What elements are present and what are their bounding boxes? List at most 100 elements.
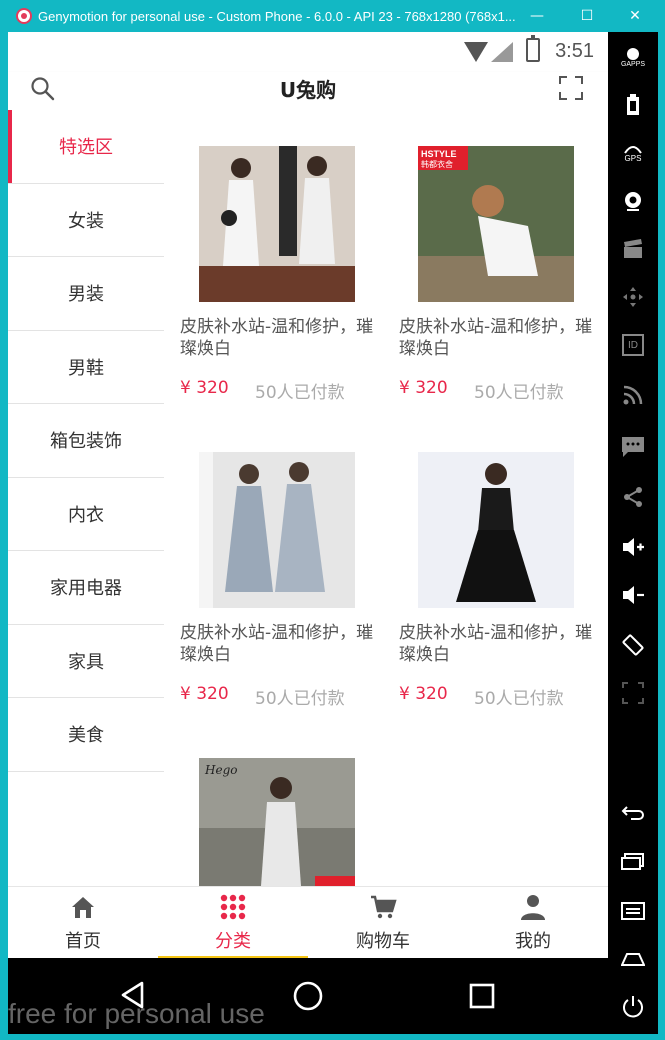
pixel-perfect-icon — [622, 682, 644, 704]
home-tool-button[interactable] — [620, 946, 646, 972]
pixel-perfect-button[interactable] — [620, 680, 646, 706]
maximize-button[interactable]: ☐ — [564, 0, 610, 32]
product-name: 皮肤补水站-温和修护，璀璨焕白 — [180, 623, 374, 665]
window-title: Genymotion for personal use - Custom Pho… — [38, 8, 516, 24]
id-label: ID — [628, 339, 638, 351]
product-price: ¥ 320 — [180, 684, 229, 704]
nav-home[interactable]: 首页 — [8, 887, 158, 959]
close-button[interactable]: ✕ — [612, 0, 658, 32]
bottom-navigation: 首页 分类 购物车 我的 — [8, 886, 608, 959]
gps-icon — [624, 145, 642, 154]
product-image: HSTYLE 韩都衣舍 — [418, 146, 574, 302]
genymotion-logo-icon — [16, 8, 32, 24]
gps-label: GPS — [624, 153, 642, 163]
product-name: 皮肤补水站-温和修护，璀璨焕白 — [399, 317, 593, 359]
capture-button[interactable] — [620, 236, 646, 262]
nav-category-label: 分类 — [215, 931, 251, 952]
product-price: ¥ 320 — [399, 378, 448, 398]
webcam-icon — [625, 192, 641, 211]
recent-apps-icon — [621, 853, 644, 870]
android-status-bar: 3:51 — [8, 32, 608, 72]
nav-cart[interactable]: 购物车 — [308, 887, 458, 959]
share-icon — [624, 487, 642, 507]
network-button[interactable] — [620, 382, 646, 408]
message-icon — [622, 437, 644, 457]
svg-text:韩都衣舍: 韩都衣舍 — [421, 159, 453, 169]
recent-apps-tool-button[interactable] — [620, 848, 646, 874]
product-name: 皮肤补水站-温和修护，璀璨焕白 — [399, 623, 593, 665]
product-price: ¥ 320 — [180, 378, 229, 398]
category-item-furniture[interactable]: 家具 — [8, 625, 164, 698]
wifi-icon — [464, 42, 488, 62]
dpad-icon — [623, 287, 643, 307]
cart-icon — [371, 895, 397, 919]
nav-me[interactable]: 我的 — [458, 887, 608, 959]
signal-icon — [491, 42, 513, 62]
emulator-toolbar: GAPPS GPS ID — [608, 32, 658, 1034]
product-image — [199, 452, 355, 608]
scan-icon[interactable] — [558, 75, 584, 101]
menu-icon — [621, 902, 645, 920]
power-icon — [623, 996, 643, 1018]
power-button[interactable] — [620, 994, 646, 1020]
nav-me-label: 我的 — [515, 931, 551, 952]
product-sold-count: 50人已付款 — [255, 689, 345, 709]
rss-icon — [623, 385, 643, 405]
phone-screen: 3:51 U兔购 特选区 女装 男装 男鞋 箱包装饰 内衣 家用电器 家具 美食 — [8, 32, 608, 1034]
category-item-womens[interactable]: 女装 — [8, 184, 164, 257]
status-time: 3:51 — [555, 40, 594, 62]
volume-down-icon — [623, 586, 644, 604]
rotate-icon — [622, 634, 644, 656]
window-border-right — [658, 32, 665, 1034]
category-item-underwear[interactable]: 内衣 — [8, 478, 164, 551]
category-sidebar: 特选区 女装 男装 男鞋 箱包装饰 内衣 家用电器 家具 美食 — [8, 110, 164, 886]
nav-cart-label: 购物车 — [356, 931, 410, 952]
volume-down-button[interactable] — [620, 582, 646, 608]
category-item-bags[interactable]: 箱包装饰 — [8, 404, 164, 478]
product-name: 皮肤补水站-温和修护，璀璨焕白 — [180, 317, 374, 359]
volume-up-icon — [623, 538, 644, 556]
app-header: U兔购 — [8, 72, 608, 110]
watermark-text: free for personal use — [8, 998, 265, 1029]
camera-button[interactable] — [620, 188, 646, 214]
home-circle-icon[interactable] — [292, 980, 324, 1012]
category-item-mens[interactable]: 男装 — [8, 257, 164, 331]
recents-icon[interactable] — [468, 982, 496, 1010]
grid-dots-icon — [220, 894, 246, 920]
category-item-appliances[interactable]: 家用电器 — [8, 551, 164, 625]
back-arrow-icon — [621, 806, 644, 820]
rotate-button[interactable] — [620, 632, 646, 658]
battery-icon — [526, 35, 540, 62]
gapps-label: GAPPS — [620, 60, 646, 68]
product-sold-count: 50人已付款 — [474, 383, 564, 403]
category-item-featured[interactable]: 特选区 — [8, 110, 164, 184]
home-icon — [72, 897, 94, 918]
page-title: U兔购 — [279, 78, 337, 102]
clapperboard-icon — [624, 239, 642, 258]
product-sold-count: 50人已付款 — [474, 689, 564, 709]
menu-tool-button[interactable] — [620, 898, 646, 924]
product-image — [199, 146, 355, 302]
minimize-button[interactable]: — — [514, 0, 560, 32]
nav-home-label: 首页 — [65, 931, 101, 952]
volume-up-button[interactable] — [620, 534, 646, 560]
sms-button[interactable] — [620, 434, 646, 460]
product-sold-count: 50人已付款 — [255, 383, 345, 403]
dpad-button[interactable] — [620, 284, 646, 310]
svg-text:HSTYLE: HSTYLE — [421, 149, 457, 159]
product-grid: 皮肤补水站-温和修护，璀璨焕白 ¥ 320 50人已付款 HSTYLE 韩都衣舍… — [164, 110, 608, 886]
share-button[interactable] — [620, 484, 646, 510]
window-titlebar: Genymotion for personal use - Custom Pho… — [0, 0, 665, 32]
category-item-mens-shoes[interactable]: 男鞋 — [8, 331, 164, 404]
window-border-bottom — [0, 1034, 665, 1040]
product-image: Hego — [199, 758, 355, 886]
back-tool-button[interactable] — [620, 800, 646, 826]
battery-button[interactable] — [620, 92, 646, 118]
category-item-food[interactable]: 美食 — [8, 698, 164, 772]
gapps-button[interactable]: GAPPS — [620, 44, 646, 70]
product-image — [418, 452, 574, 608]
device-id-button[interactable]: ID — [620, 332, 646, 358]
product-price: ¥ 320 — [399, 684, 448, 704]
nav-category[interactable]: 分类 — [158, 887, 308, 959]
gps-button[interactable]: GPS — [620, 140, 646, 166]
